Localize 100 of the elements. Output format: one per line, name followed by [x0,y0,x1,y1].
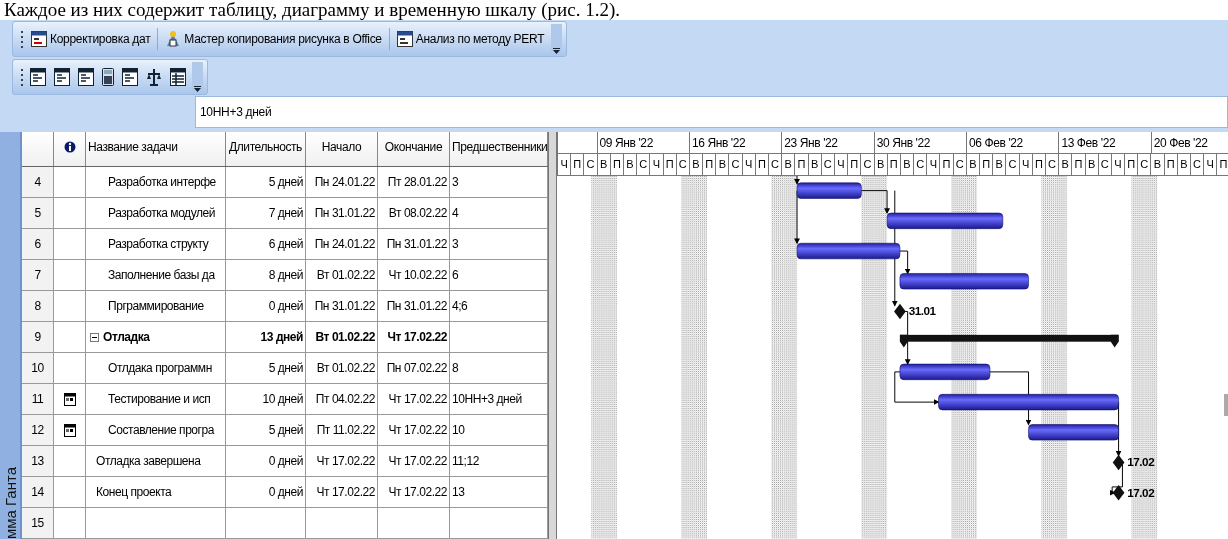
row-number[interactable]: 5 [22,198,54,228]
column-header[interactable]: Длительность [226,132,306,166]
toolbar-icon-button[interactable] [120,66,140,88]
day-label: П [570,154,584,176]
task-name: Тестирование и исп [108,392,211,406]
row-number[interactable]: 4 [22,167,54,197]
toolbar-icon-button[interactable] [168,66,188,88]
week-label: 23 Янв '22 [784,136,838,150]
day-label: С [1005,154,1019,176]
day-label: П [979,154,993,176]
start-date: Вт 01.02.22 [316,361,375,375]
milestone-diamond[interactable] [1112,455,1125,471]
predecessors-text: 10НН+3 дней [452,392,522,406]
pane-splitter[interactable] [549,132,557,539]
task-name: Заполнение базы да [108,268,215,282]
week-label: 06 Фев '22 [969,136,1023,150]
wizard-icon [165,30,182,48]
row-number[interactable]: 15 [22,508,54,538]
toolbar-button[interactable]: Корректировка дат [28,29,154,49]
toolbar-icon-button[interactable] [144,66,164,88]
day-label: С [1190,154,1204,176]
day-label: П [886,154,900,176]
day-label: В [965,154,979,176]
week-label: 20 Фев '22 [1153,136,1208,150]
day-label: П [1163,154,1177,176]
row-number[interactable]: 11 [22,384,54,414]
day-label: В [807,154,821,176]
finish-date: Вт 08.02.22 [388,206,447,220]
day-label: В [1176,154,1190,176]
row-number[interactable]: 6 [22,229,54,259]
row-number[interactable]: 10 [22,353,54,383]
row-number[interactable]: 9 [22,322,54,352]
toolbar-icon-button[interactable] [76,66,96,88]
view-label: мма Ганта [1,466,19,539]
day-label: Ч [1203,154,1217,176]
toolbar-button[interactable]: Мастер копирования рисунка в Office [162,28,385,50]
task-bar[interactable] [899,364,991,381]
toolbar-button[interactable]: Анализ по методу PERT [393,29,548,49]
document-text: Каждое из них содержит таблицу, диаграмму и временную шкалу (рис. 1.2). [4,0,620,20]
gantt-view-icon [54,68,70,86]
task-bar[interactable] [1028,424,1119,441]
scrollbar-thumb[interactable] [1224,394,1228,416]
row-number[interactable]: 13 [22,446,54,476]
task-bar[interactable] [938,394,1119,411]
day-label: В [715,154,729,176]
task-bar[interactable] [796,182,862,200]
task-name: Разработка структу [108,237,209,251]
milestone-date: 17.02 [1127,486,1155,500]
scales-icon [146,68,162,86]
view-bar[interactable]: мма Ганта [0,132,22,539]
day-label: В [1150,154,1164,176]
start-date: Чт 17.02.22 [316,485,375,499]
duration-text: 8 дней [268,268,303,282]
column-header[interactable]: Предшественники [450,132,548,166]
day-label: В [1084,154,1098,176]
table-icon [170,68,186,86]
grip-icon[interactable] [21,67,24,87]
day-label: С [636,154,650,176]
week-label: 13 Фев '22 [1061,136,1116,150]
row-number[interactable]: 12 [22,415,54,445]
toolbar-icon-button[interactable] [28,66,48,88]
start-date: Пн 24.01.22 [314,237,375,251]
day-label: С [952,154,966,176]
finish-date: Чт 17.02.22 [388,485,447,499]
gantt-view-icon [78,68,94,86]
task-bar[interactable] [899,273,1029,290]
column-header[interactable] [54,132,86,166]
day-label: П [1071,154,1085,176]
day-label: С [860,154,874,176]
toolbar-options-button[interactable] [551,24,563,54]
entry-field[interactable]: 10НН+3 дней [195,96,1228,128]
caret-icon [553,48,561,54]
toolbar-options-button[interactable] [192,62,203,92]
start-date: Пн 24.01.22 [314,175,375,189]
day-label: С [728,154,742,176]
row-number[interactable]: 8 [22,291,54,321]
grip-icon[interactable] [21,29,24,49]
task-name: Отлдака программн [108,361,212,375]
predecessors-text: 4 [452,206,459,220]
day-label: В [622,154,637,176]
milestone-diamond[interactable] [894,304,906,320]
collapse-icon[interactable] [90,332,99,342]
column-header[interactable]: Окончание [378,132,450,166]
day-label: П [1124,154,1138,176]
toolbar-icon-button[interactable] [100,66,116,88]
day-label: П [662,154,676,176]
column-header[interactable]: Название задачи [86,132,226,166]
summary-bar[interactable] [899,335,1119,348]
row-number[interactable]: 14 [22,477,54,507]
start-date: Пн 31.01.22 [314,299,375,313]
dependency-arrow [794,176,800,186]
toolbar-icon-button[interactable] [52,66,72,88]
task-bar[interactable] [796,243,901,260]
task-bar[interactable] [886,213,1004,230]
week-label: 09 Янв '22 [599,136,653,150]
milestone-diamond[interactable] [1112,485,1125,501]
predecessors-text: 3 [452,237,459,251]
day-label: П [847,154,861,176]
column-header[interactable]: Начало [306,132,378,166]
row-number[interactable]: 7 [22,260,54,290]
